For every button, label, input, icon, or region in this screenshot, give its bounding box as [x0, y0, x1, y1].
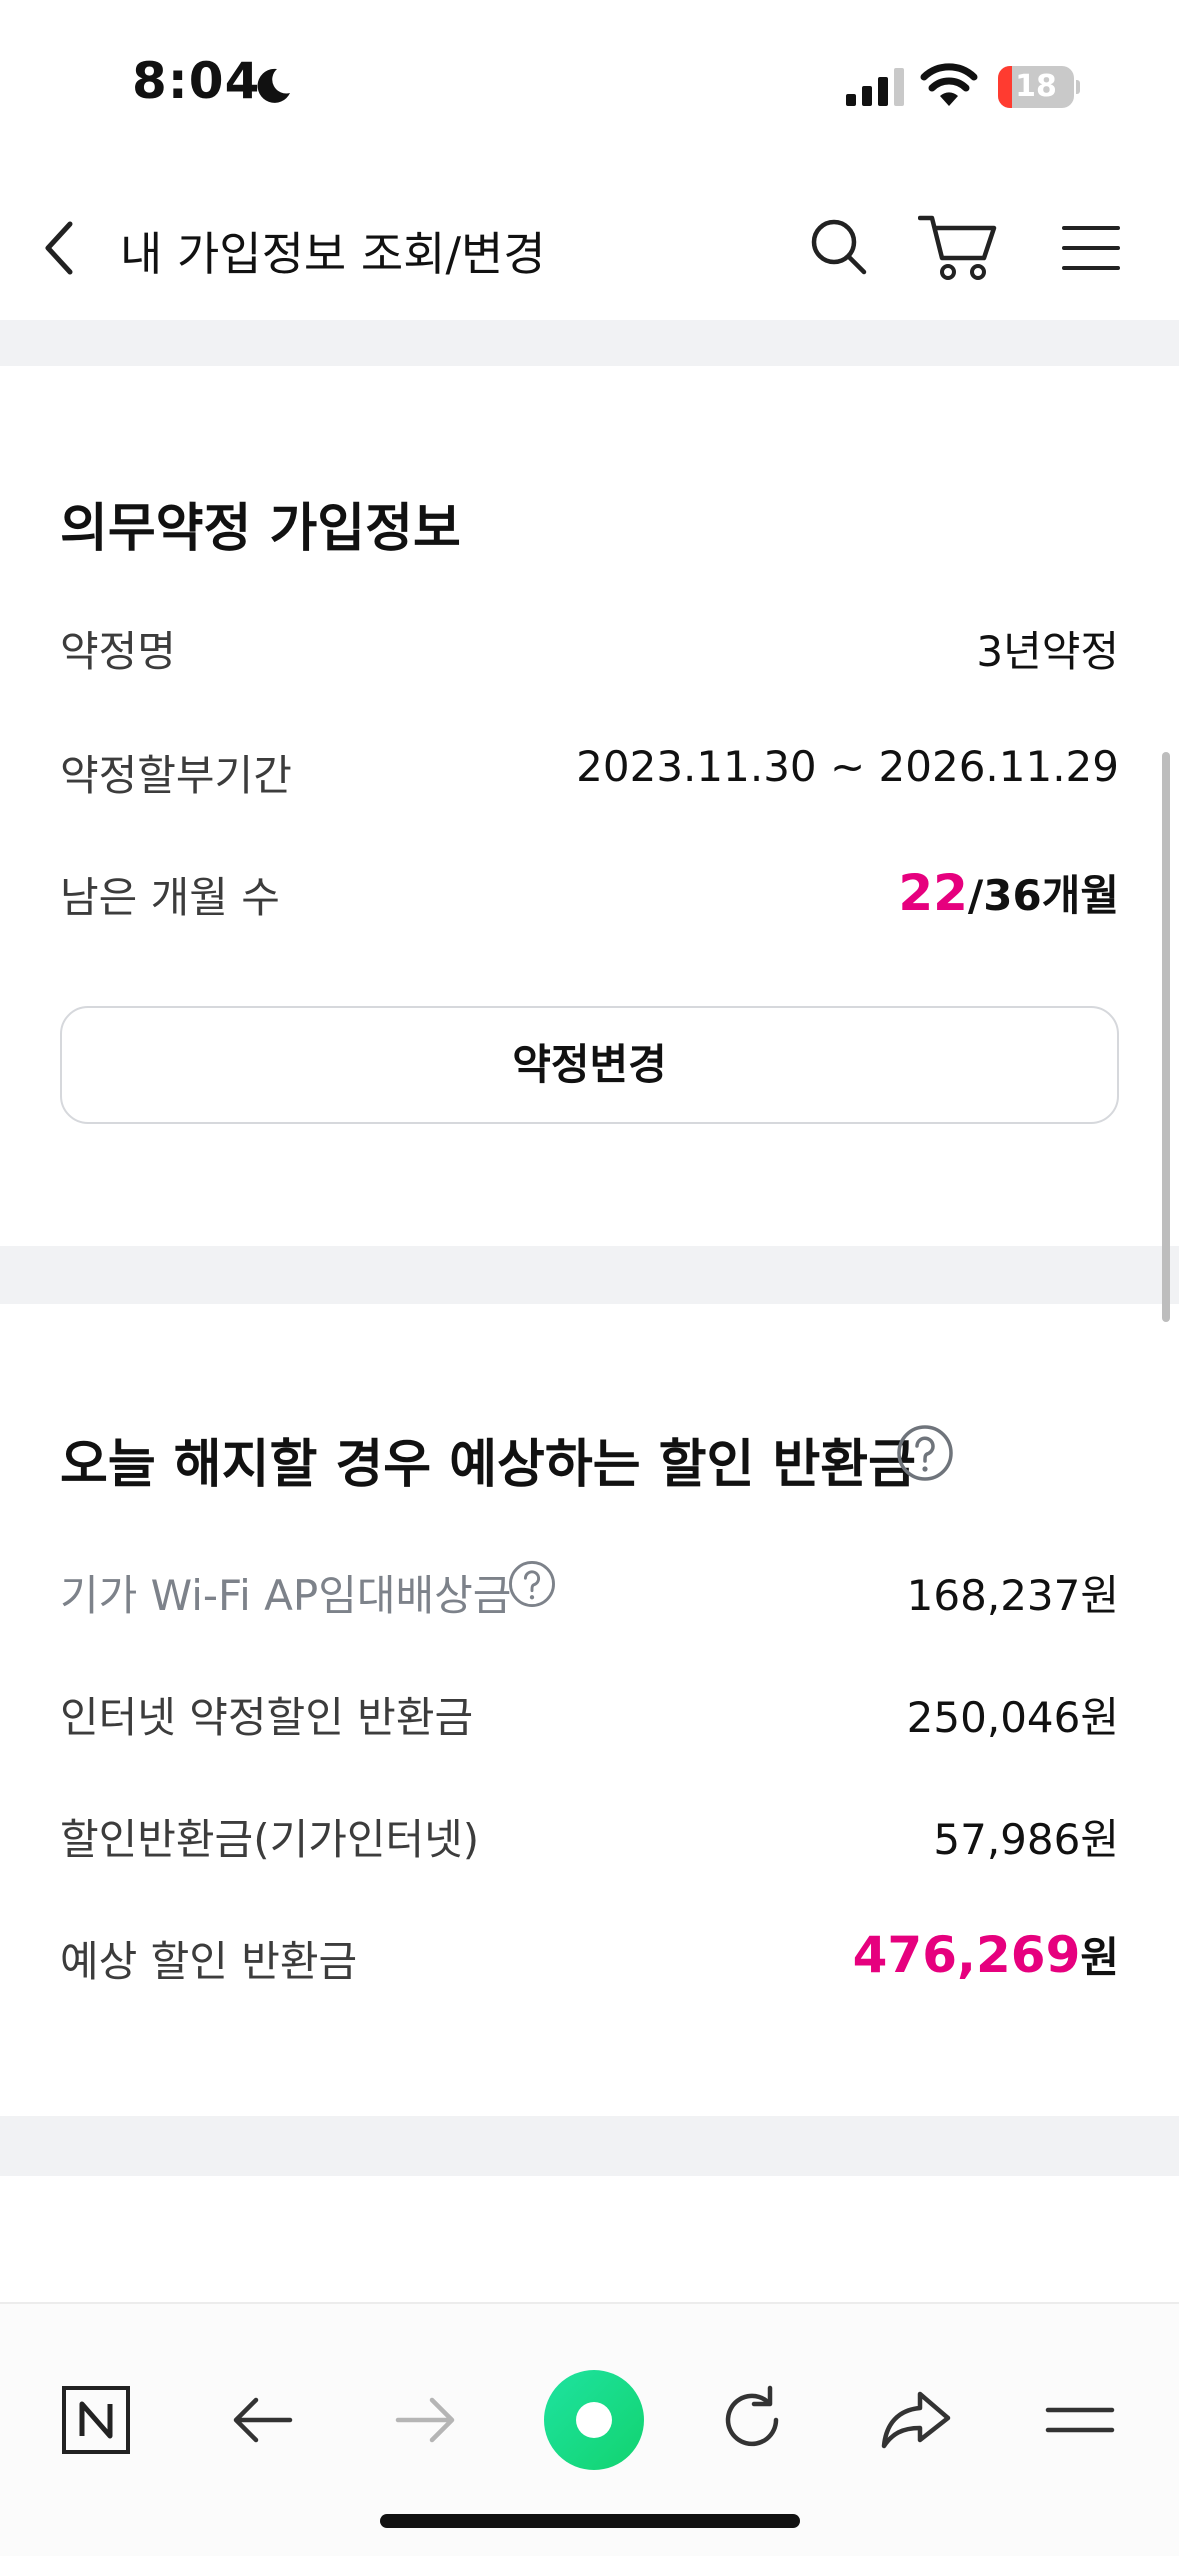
hamburger-icon[interactable]	[1040, 2380, 1120, 2460]
contract-name-label: 약정명	[60, 627, 176, 676]
internet-refund-label: 인터넷 약정할인 반환금	[60, 1693, 474, 1742]
section-divider	[0, 320, 1179, 366]
wifi-icon	[920, 63, 978, 106]
signal-icon	[846, 68, 904, 106]
battery-icon: 18	[998, 66, 1080, 108]
section-divider	[0, 1246, 1179, 1304]
arrow-forward-icon[interactable]	[386, 2380, 466, 2460]
arrow-back-icon[interactable]	[222, 2380, 302, 2460]
share-icon[interactable]	[876, 2380, 956, 2460]
giga-internet-refund-label: 할인반환금(기가인터넷)	[60, 1815, 480, 1864]
contract-section-title: 의무약정 가입정보	[60, 499, 461, 559]
search-icon[interactable]	[808, 216, 868, 276]
internet-refund-value: 250,046원	[906, 1693, 1119, 1742]
wifi-ap-fee-value: 168,237원	[906, 1571, 1119, 1620]
help-icon[interactable]	[508, 1560, 556, 1608]
contract-change-button[interactable]: 약정변경	[60, 1006, 1119, 1124]
remaining-months-value: 22/36개월	[898, 862, 1119, 923]
green-dot-icon[interactable]	[542, 2368, 646, 2472]
header: 내 가입정보 조회/변경	[0, 170, 1179, 320]
contract-name-value: 3년약정	[976, 627, 1119, 676]
remaining-months-count: 22	[898, 864, 968, 922]
expected-refund-unit: 원	[1080, 1933, 1119, 1982]
contract-period-label: 약정할부기간	[60, 751, 292, 800]
menu-icon[interactable]	[1062, 224, 1120, 272]
page: 8:04 18 내 가입정보 조회/변경 의무약정 가입정보 약정명 3년약정 …	[0, 0, 1179, 2556]
page-title: 내 가입정보 조회/변경	[120, 227, 546, 281]
expected-refund-label: 예상 할인 반환금	[60, 1937, 358, 1986]
status-bar: 8:04 18	[0, 0, 1179, 170]
battery-level: 18	[1015, 69, 1057, 104]
giga-internet-refund-value: 57,986원	[933, 1815, 1119, 1864]
moon-icon	[257, 68, 290, 103]
cart-icon[interactable]	[918, 212, 998, 282]
expected-refund-value: 476,269원	[853, 1924, 1119, 1985]
refresh-icon[interactable]	[712, 2380, 792, 2460]
naver-n-icon[interactable]	[56, 2380, 136, 2460]
expected-refund-amount: 476,269	[852, 1926, 1081, 1984]
wifi-ap-fee-label: 기가 Wi-Fi AP임대배상금	[60, 1571, 512, 1620]
contract-period-value: 2023.11.30 ~ 2026.11.29	[576, 742, 1119, 791]
section-divider	[0, 2116, 1179, 2176]
home-indicator	[380, 2514, 800, 2528]
refund-section-title: 오늘 해지할 경우 예상하는 할인 반환금	[60, 1435, 916, 1495]
back-icon[interactable]	[40, 218, 80, 278]
total-months: /36개월	[967, 871, 1119, 920]
scrollbar[interactable]	[1162, 752, 1170, 1322]
status-time: 8:04	[132, 52, 261, 110]
help-icon[interactable]	[896, 1424, 954, 1482]
remaining-months-label: 남은 개월 수	[60, 873, 280, 922]
